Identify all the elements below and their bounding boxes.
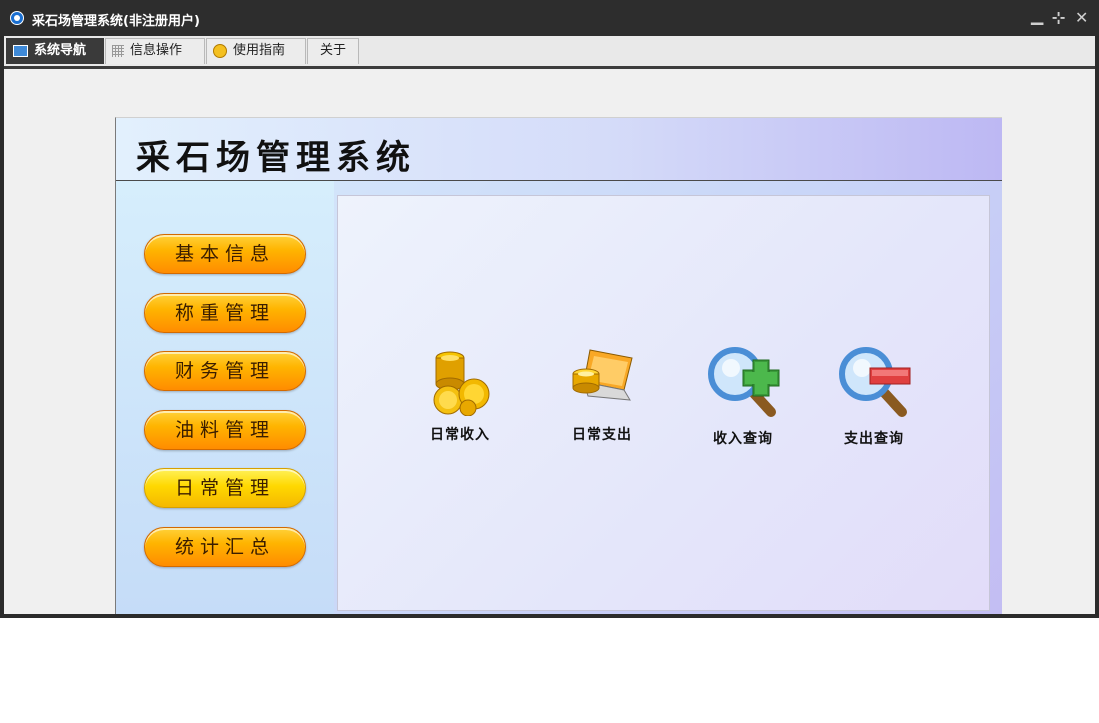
nav-sidebar: 基本信息 称重管理 财务管理 油料管理 日常管理 统计汇总 (116, 181, 334, 614)
function-daily-expense[interactable]: 日常支出 (552, 344, 652, 448)
nav-button-finance[interactable]: 财务管理 (144, 351, 306, 391)
function-label: 支出查询 (844, 431, 904, 447)
tab-info-operations[interactable]: 信息操作 (105, 38, 205, 64)
tab-label: 使用指南 (233, 43, 286, 58)
grid-icon (112, 44, 124, 57)
title-bar: 采石场管理系统(非注册用户) ▁ ⊹ ✕ (0, 0, 1099, 36)
nav-button-statistics[interactable]: 统计汇总 (144, 527, 306, 567)
function-label: 日常收入 (430, 427, 490, 443)
function-daily-income[interactable]: 日常收入 (410, 344, 510, 448)
app-window: 采石场管理系统(非注册用户) ▁ ⊹ ✕ 系统导航 信息操作 使用指南 关于 采… (0, 0, 1099, 618)
minimize-icon[interactable]: ▁ (1031, 6, 1043, 25)
nav-button-fuel[interactable]: 油料管理 (144, 410, 306, 450)
menu-tab-bar: 系统导航 信息操作 使用指南 关于 (4, 36, 1095, 69)
nav-button-weighing[interactable]: 称重管理 (144, 293, 306, 333)
tab-system-navigation[interactable]: 系统导航 (6, 38, 104, 64)
nav-button-daily[interactable]: 日常管理 (144, 468, 306, 508)
function-income-query[interactable]: 收入查询 (693, 344, 793, 448)
function-area: 日常收入 日常支出 收入查询 支出查询 (337, 195, 990, 611)
header-banner: 采石场管理系统 (116, 118, 1002, 181)
app-logo-icon (10, 11, 24, 25)
client-area: 采石场管理系统 基本信息 称重管理 财务管理 油料管理 日常管理 统计汇总 日常… (4, 69, 1095, 614)
close-icon[interactable]: ✕ (1075, 8, 1088, 27)
nav-button-basic-info[interactable]: 基本信息 (144, 234, 306, 274)
function-expense-query[interactable]: 支出查询 (824, 344, 924, 448)
laptop-coins-icon (572, 349, 633, 401)
main-panel: 采石场管理系统 基本信息 称重管理 财务管理 油料管理 日常管理 统计汇总 日常… (115, 117, 1002, 614)
function-label: 日常支出 (572, 427, 632, 443)
tab-about[interactable]: 关于 (307, 38, 359, 64)
smile-icon (213, 43, 227, 58)
tab-label: 系统导航 (34, 43, 87, 58)
restore-icon[interactable]: ⊹ (1052, 8, 1065, 27)
tab-label: 关于 (320, 43, 347, 58)
magnifier-minus-icon (839, 347, 911, 417)
tab-user-guide[interactable]: 使用指南 (206, 38, 306, 64)
window-title: 采石场管理系统(非注册用户) (32, 14, 200, 29)
tab-label: 信息操作 (130, 43, 183, 58)
magnifier-plus-icon (708, 347, 780, 417)
monitor-icon (13, 44, 28, 57)
function-label: 收入查询 (713, 431, 773, 447)
system-title: 采石场管理系统 (136, 138, 416, 178)
gold-coins-icon (433, 351, 490, 416)
